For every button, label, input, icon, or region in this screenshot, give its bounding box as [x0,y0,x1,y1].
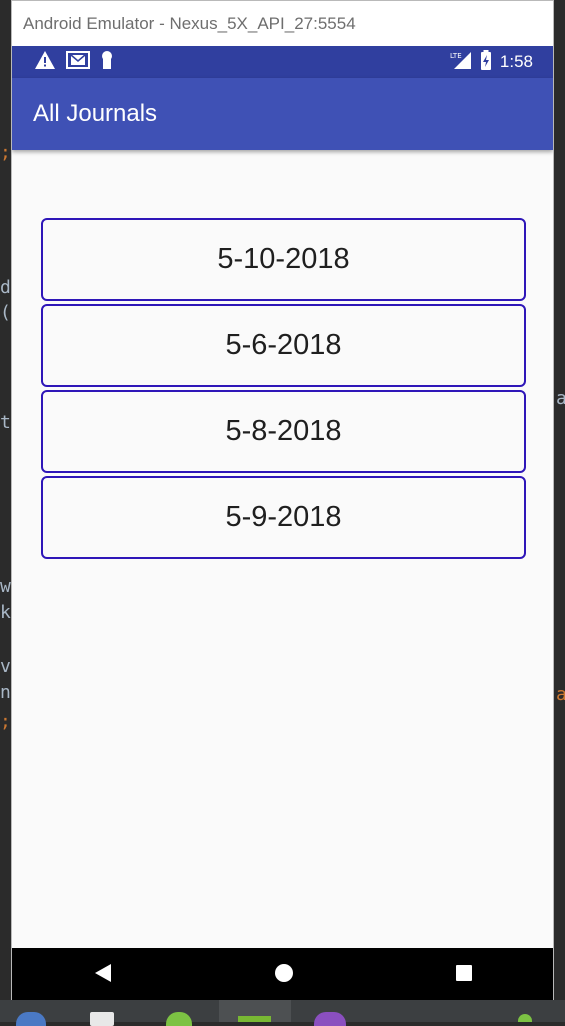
navigation-bar [12,948,553,1001]
journal-item-5-8-2018[interactable]: 5-8-2018 [41,390,526,473]
taskbar-app-icon[interactable] [166,1012,192,1026]
app-bar: All Journals [12,78,553,150]
taskbar-app-icon[interactable] [90,1012,114,1026]
journal-item-5-9-2018[interactable]: 5-9-2018 [41,476,526,559]
ide-fragment: ; [0,711,11,732]
svg-text:LTE: LTE [450,52,462,60]
status-notifications [34,50,114,74]
ide-fragment: t [0,412,11,433]
recents-icon[interactable] [455,964,473,986]
page-title: All Journals [33,100,158,127]
ide-fragment: w [0,576,11,597]
ide-fragment: a [556,388,565,409]
ide-fragment: ( [0,302,11,323]
home-icon[interactable] [274,963,294,987]
journal-list: 5-10-2018 5-6-2018 5-8-2018 5-9-2018 [41,218,526,562]
ide-fragment: n [0,682,11,703]
emulator-titlebar[interactable]: Android Emulator - Nexus_5X_API_27:5554 [12,1,553,46]
mail-icon [66,51,90,73]
lte-signal-icon: LTE [450,50,472,74]
desktop-taskbar [0,1000,565,1026]
ide-fragment: v [0,656,11,677]
taskbar-app-icon [238,1016,271,1022]
ide-fragment: d [0,277,11,298]
warning-icon [34,50,56,74]
taskbar-app-icon[interactable] [16,1012,46,1026]
ide-fragment: a [556,684,565,705]
status-time: 1:58 [499,52,533,71]
emulator-window: Android Emulator - Nexus_5X_API_27:5554 … [11,0,554,1001]
status-system: LTE 1:58 [450,50,533,74]
taskbar-app-icon[interactable] [314,1012,346,1026]
taskbar-app-icon[interactable] [518,1014,532,1022]
back-icon[interactable] [93,963,113,987]
emulator-window-title: Android Emulator - Nexus_5X_API_27:5554 [23,13,356,33]
keyhole-icon [100,50,114,74]
phone-screen: LTE 1:58 All Journals 5-10-2018 5-6-2018… [12,46,553,1001]
ide-fragment: k [0,602,11,623]
battery-icon [480,50,492,74]
journal-item-5-10-2018[interactable]: 5-10-2018 [41,218,526,301]
ide-fragment: ; [0,142,11,163]
taskbar-active-slot[interactable] [219,1000,291,1022]
journal-item-5-6-2018[interactable]: 5-6-2018 [41,304,526,387]
status-bar: LTE 1:58 [12,46,553,78]
